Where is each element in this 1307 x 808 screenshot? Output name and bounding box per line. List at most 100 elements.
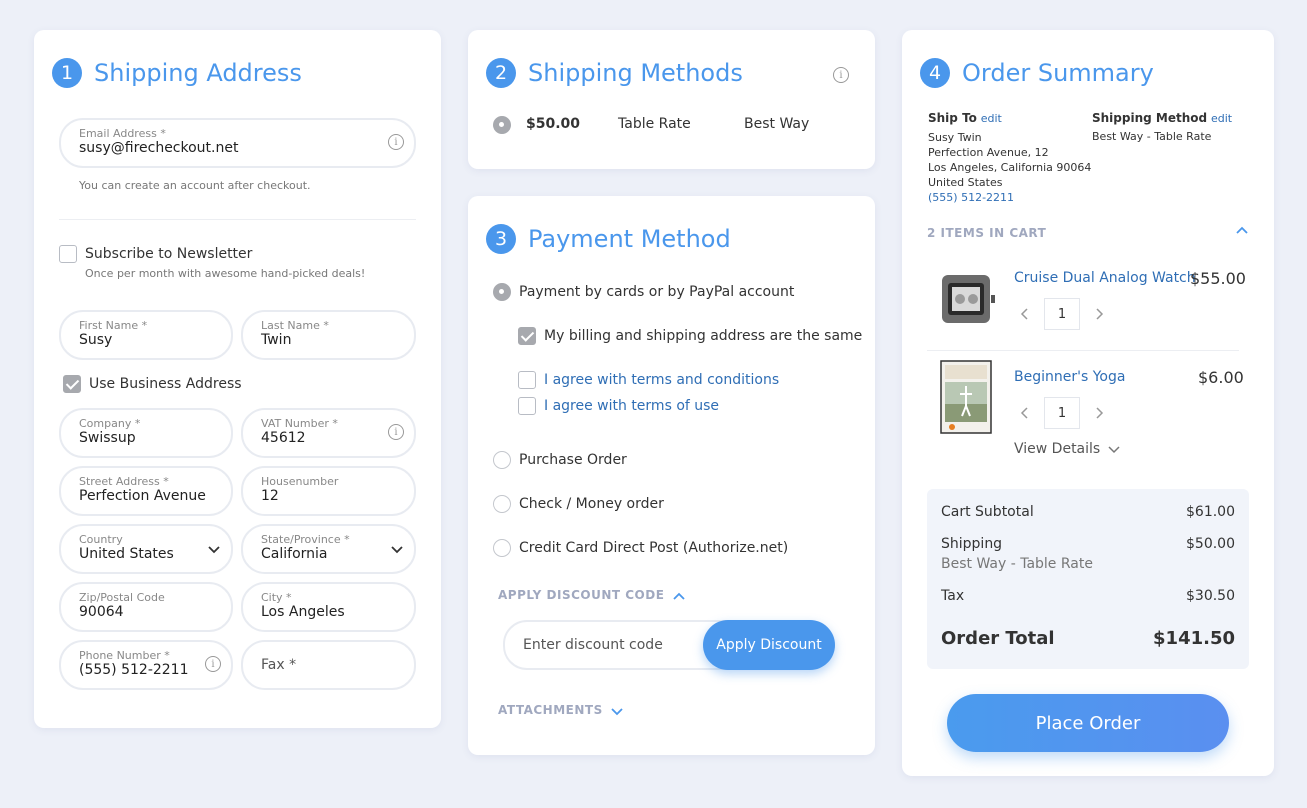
city-value: Los Angeles — [261, 604, 345, 620]
street-field[interactable]: Street Address * Perfection Avenue — [59, 466, 233, 516]
last-name-field[interactable]: Last Name * Twin — [241, 310, 416, 360]
items-in-cart-header[interactable]: 2 ITEMS IN CART — [927, 226, 1046, 240]
street-value: Perfection Avenue — [79, 488, 206, 504]
chevron-left-icon[interactable] — [1018, 307, 1032, 321]
discount-toggle[interactable]: APPLY DISCOUNT CODE — [498, 588, 686, 602]
quantity-input[interactable]: 1 — [1044, 298, 1080, 330]
apply-discount-button[interactable]: Apply Discount — [703, 620, 835, 670]
chevron-right-icon[interactable] — [1092, 307, 1106, 321]
first-name-field[interactable]: First Name * Susy — [59, 310, 233, 360]
info-icon[interactable]: i — [205, 656, 221, 672]
chevron-right-icon[interactable] — [1092, 406, 1106, 420]
vat-value: 45612 — [261, 430, 306, 446]
cart-item-price: $55.00 — [1190, 269, 1246, 288]
yoga-dvd-image[interactable] — [940, 360, 992, 434]
shipping-rate-radio[interactable] — [493, 116, 511, 134]
view-details-label: View Details — [1014, 441, 1101, 457]
order-summary-header: 4 Order Summary — [920, 58, 1154, 88]
payment-option-radio[interactable] — [493, 539, 511, 557]
company-field[interactable]: Company * Swissup — [59, 408, 233, 458]
payment-method-card: 3 Payment Method Payment by cards or by … — [468, 196, 875, 755]
email-value: susy@firecheckout.net — [79, 140, 239, 156]
chevron-down-icon — [611, 707, 624, 715]
country-value: United States — [79, 546, 174, 562]
view-details-toggle[interactable]: View Details — [1014, 441, 1121, 457]
address-line: Los Angeles, California 90064 — [928, 161, 1092, 174]
chevron-up-icon — [673, 592, 685, 600]
watch-image[interactable] — [936, 267, 996, 331]
business-address-checkbox[interactable] — [63, 375, 81, 393]
terms-checkbox[interactable] — [518, 371, 536, 389]
shipping-rate-carrier: Best Way — [744, 116, 810, 132]
chevron-down-icon — [1108, 446, 1120, 454]
quantity-input[interactable]: 1 — [1044, 397, 1080, 429]
divider — [927, 350, 1239, 351]
email-label: Email Address * — [79, 127, 166, 140]
shipping-methods-card: 2 Shipping Methods i $50.00 Table Rate B… — [468, 30, 875, 169]
place-order-button[interactable]: Place Order — [947, 694, 1229, 752]
terms-of-use-link[interactable]: I agree with terms of use — [544, 398, 719, 414]
step-number: 1 — [52, 58, 82, 88]
vat-label: VAT Number * — [261, 417, 338, 430]
first-name-label: First Name * — [79, 319, 148, 332]
business-address-label: Use Business Address — [89, 376, 242, 392]
zip-field[interactable]: Zip/Postal Code 90064 — [59, 582, 233, 632]
newsletter-checkbox[interactable] — [59, 245, 77, 263]
company-label: Company * — [79, 417, 141, 430]
payment-option-label: Purchase Order — [519, 452, 627, 468]
payment-option-radio[interactable] — [493, 283, 511, 301]
zip-value: 90064 — [79, 604, 124, 620]
phone-label: Phone Number * — [79, 649, 170, 662]
shipping-value: $50.00 — [1186, 536, 1235, 552]
section-title: Shipping Address — [94, 59, 302, 87]
subtotal-value: $61.00 — [1186, 504, 1235, 520]
fax-field[interactable]: Fax * — [241, 640, 416, 690]
cart-item-price: $6.00 — [1198, 368, 1244, 387]
shipping-method-heading: Shipping Method edit — [1092, 111, 1232, 125]
shipping-label: Shipping — [941, 536, 1003, 552]
chevron-left-icon[interactable] — [1018, 406, 1032, 420]
shipping-method-edit-link[interactable]: edit — [1211, 112, 1232, 125]
tax-label: Tax — [941, 588, 965, 604]
cart-item-name[interactable]: Beginner's Yoga — [1014, 369, 1125, 385]
section-title: Order Summary — [962, 59, 1154, 87]
info-icon[interactable]: i — [388, 134, 404, 150]
payment-option-radio[interactable] — [493, 495, 511, 513]
step-number: 4 — [920, 58, 950, 88]
chevron-up-icon[interactable] — [1235, 224, 1249, 236]
quantity-stepper: 1 — [1018, 397, 1106, 429]
terms-link[interactable]: I agree with terms and conditions — [544, 372, 779, 388]
state-value: California — [261, 546, 328, 562]
ship-to-edit-link[interactable]: edit — [981, 112, 1002, 125]
phone-field[interactable]: Phone Number * (555) 512-2211 i — [59, 640, 233, 690]
state-label: State/Province * — [261, 533, 350, 546]
address-line: United States — [928, 176, 1003, 189]
newsletter-hint: Once per month with awesome hand-picked … — [85, 267, 366, 280]
fax-placeholder: Fax * — [261, 657, 297, 673]
state-select[interactable]: State/Province * California — [241, 524, 416, 574]
terms-of-use-checkbox[interactable] — [518, 397, 536, 415]
chevron-down-icon — [208, 546, 220, 554]
newsletter-label: Subscribe to Newsletter — [85, 246, 253, 262]
info-icon[interactable]: i — [388, 424, 404, 440]
address-line: Perfection Avenue, 12 — [928, 146, 1049, 159]
same-address-checkbox[interactable] — [518, 327, 536, 345]
quantity-stepper: 1 — [1018, 298, 1106, 330]
vat-field[interactable]: VAT Number * 45612 i — [241, 408, 416, 458]
email-field[interactable]: Email Address * susy@firecheckout.net i — [59, 118, 416, 168]
shipping-address-header: 1 Shipping Address — [52, 58, 302, 88]
city-field[interactable]: City * Los Angeles — [241, 582, 416, 632]
info-icon[interactable]: i — [833, 67, 849, 83]
first-name-value: Susy — [79, 332, 113, 348]
shipping-rate-price: $50.00 — [526, 116, 581, 132]
shipping-sub: Best Way - Table Rate — [941, 556, 1093, 572]
housenumber-field[interactable]: Housenumber 12 — [241, 466, 416, 516]
attachments-toggle[interactable]: ATTACHMENTS — [498, 703, 624, 717]
housenumber-label: Housenumber — [261, 475, 339, 488]
country-label: Country — [79, 533, 123, 546]
shipping-methods-header: 2 Shipping Methods — [486, 58, 743, 88]
payment-option-radio[interactable] — [493, 451, 511, 469]
last-name-label: Last Name * — [261, 319, 329, 332]
country-select[interactable]: Country United States — [59, 524, 233, 574]
cart-item-name[interactable]: Cruise Dual Analog Watch — [1014, 270, 1196, 286]
